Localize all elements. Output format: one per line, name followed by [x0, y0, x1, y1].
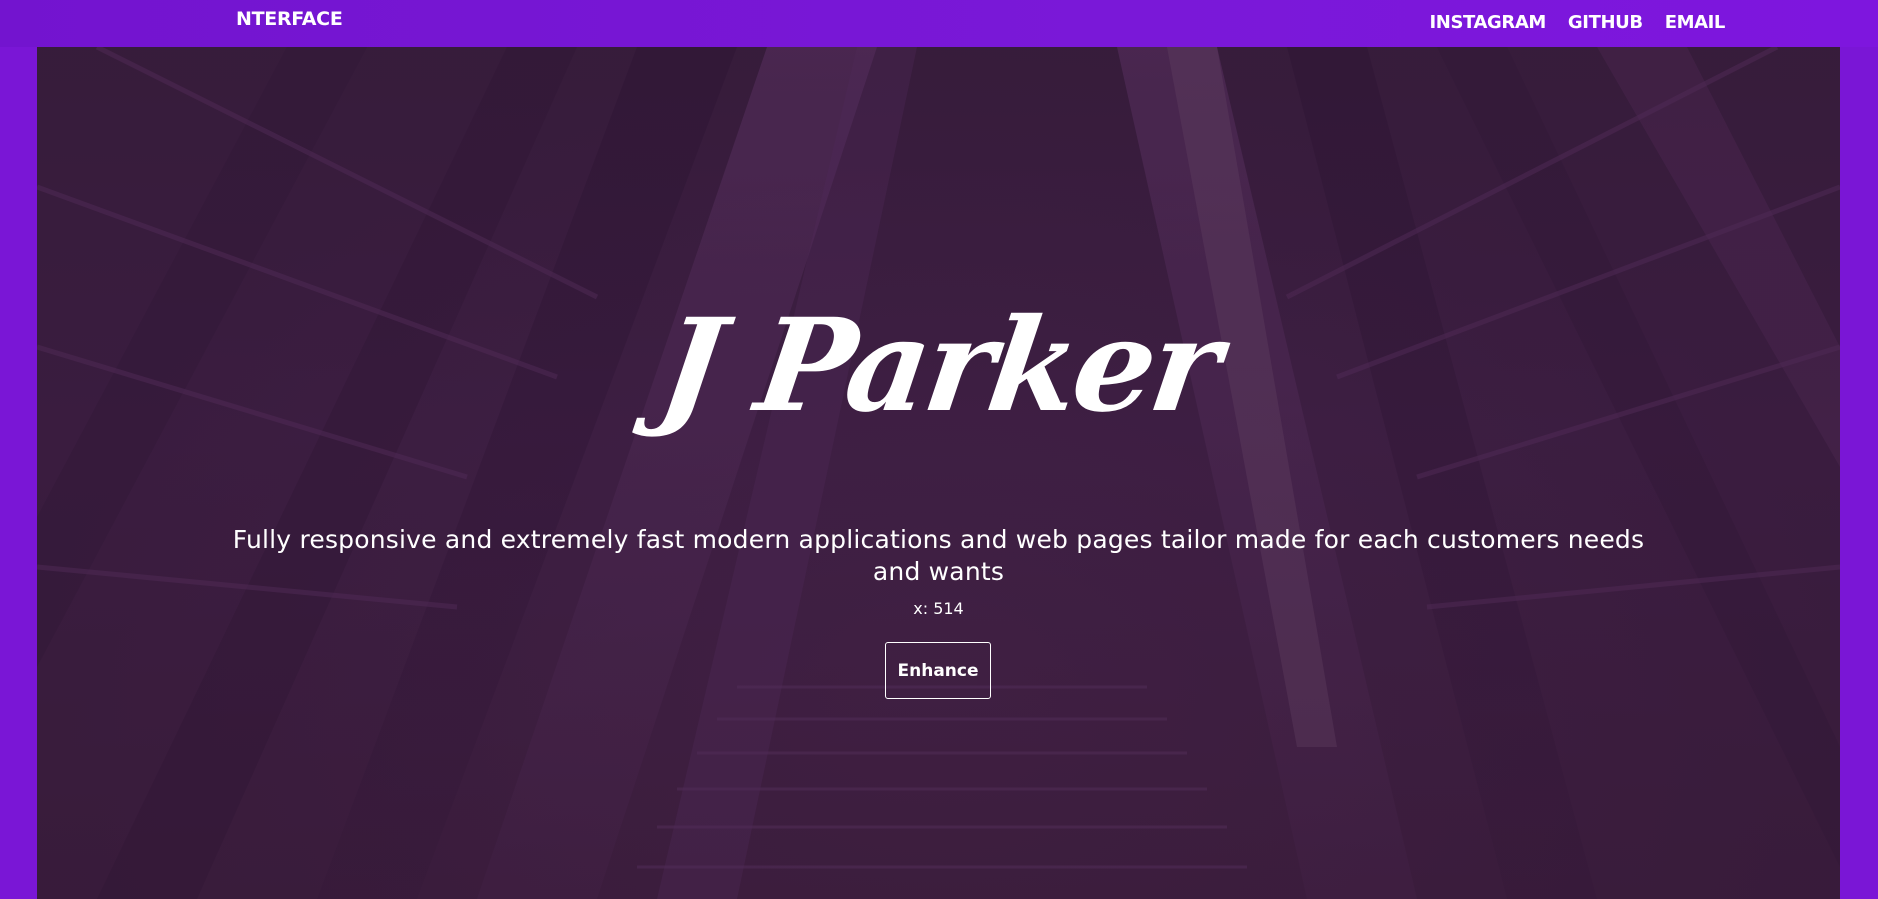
- enhance-button[interactable]: Enhance: [885, 642, 991, 699]
- nav-link-email[interactable]: EMAIL: [1665, 12, 1726, 33]
- hero-subtitle: Fully responsive and extremely fast mode…: [232, 525, 1645, 586]
- brand-logo-link[interactable]: NTERFACE: [236, 8, 343, 30]
- nav-links: INSTAGRAM GITHUB EMAIL: [1430, 12, 1726, 33]
- hero-title: J Parker: [651, 291, 1226, 441]
- hero-section: J Parker Fully responsive and extremely …: [37, 47, 1840, 899]
- top-navbar: NTERFACE INSTAGRAM GITHUB EMAIL: [0, 0, 1878, 47]
- hero-content: J Parker Fully responsive and extremely …: [37, 47, 1840, 899]
- nav-link-github[interactable]: GITHUB: [1568, 12, 1643, 33]
- nav-link-instagram[interactable]: INSTAGRAM: [1430, 12, 1547, 33]
- coordinate-readout: x: 514: [913, 599, 964, 618]
